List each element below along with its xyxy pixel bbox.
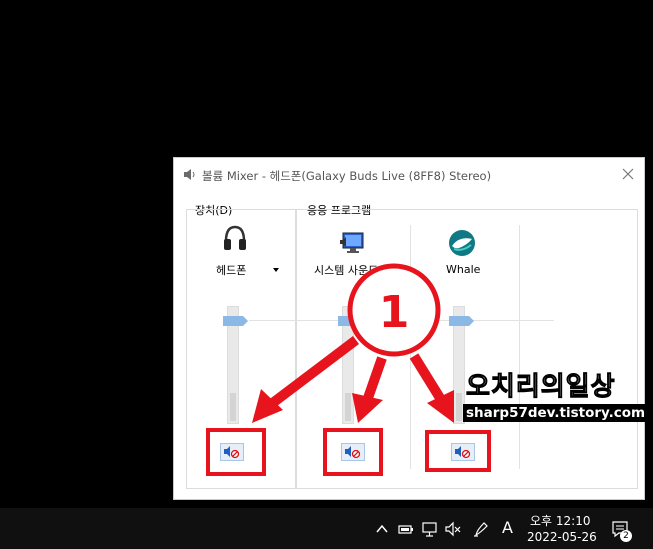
volume-muted-icon[interactable] bbox=[444, 520, 462, 538]
annotation-arrows: 1 bbox=[252, 263, 454, 423]
notification-count-badge: 2 bbox=[620, 530, 632, 542]
watermark-url: sharp57dev.tistory.com bbox=[463, 404, 649, 422]
clock-time[interactable]: 오후 12:10 bbox=[530, 512, 590, 529]
chevron-up-icon[interactable] bbox=[373, 520, 391, 538]
battery-icon[interactable] bbox=[397, 520, 415, 538]
clock-date[interactable]: 2022-05-26 bbox=[527, 530, 597, 544]
watermark-title: 오치리의일상 bbox=[466, 372, 616, 403]
taskbar: A 오후 12:10 2022-05-26 bbox=[0, 508, 653, 549]
step-number: 1 bbox=[379, 287, 410, 338]
pen-icon[interactable] bbox=[472, 520, 490, 538]
network-icon[interactable] bbox=[421, 520, 439, 538]
input-mode-indicator[interactable]: A bbox=[502, 518, 513, 537]
